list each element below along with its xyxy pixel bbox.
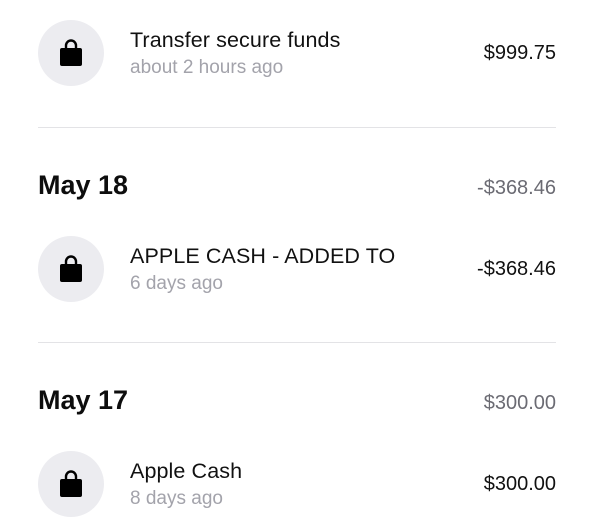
transaction-title: Apple Cash bbox=[130, 459, 243, 483]
day-date: May 17 bbox=[38, 385, 129, 415]
transaction-time: about 2 hours ago bbox=[130, 57, 284, 78]
day-header: May 17 $300.00 bbox=[38, 385, 556, 421]
transaction-row[interactable]: APPLE CASH - ADDED TO 6 days ago -$368.4… bbox=[38, 236, 556, 304]
transaction-time: 8 days ago bbox=[130, 488, 223, 509]
transaction-icon-badge bbox=[38, 20, 104, 86]
transaction-time: 6 days ago bbox=[130, 273, 223, 294]
shopping-bag-icon bbox=[60, 39, 82, 66]
transaction-amount: $999.75 bbox=[483, 42, 556, 64]
divider bbox=[38, 127, 556, 128]
transaction-row[interactable]: Apple Cash 8 days ago $300.00 bbox=[38, 451, 556, 519]
transaction-list: Transfer secure funds about 2 hours ago … bbox=[0, 0, 594, 526]
transaction-amount: $300.00 bbox=[483, 473, 556, 495]
day-header: May 18 -$368.46 bbox=[38, 170, 556, 206]
transaction-icon-badge bbox=[38, 236, 104, 302]
transaction-title: APPLE CASH - ADDED TO bbox=[130, 244, 396, 268]
divider bbox=[38, 342, 556, 343]
day-date: May 18 bbox=[38, 170, 129, 200]
transaction-row[interactable]: Transfer secure funds about 2 hours ago … bbox=[38, 20, 556, 88]
shopping-bag-icon bbox=[60, 255, 82, 282]
shopping-bag-icon bbox=[60, 470, 82, 497]
day-total: $300.00 bbox=[483, 392, 556, 414]
day-total: -$368.46 bbox=[477, 177, 556, 199]
transaction-icon-badge bbox=[38, 451, 104, 517]
transaction-title: Transfer secure funds bbox=[130, 28, 341, 52]
transaction-amount: -$368.46 bbox=[477, 258, 556, 280]
